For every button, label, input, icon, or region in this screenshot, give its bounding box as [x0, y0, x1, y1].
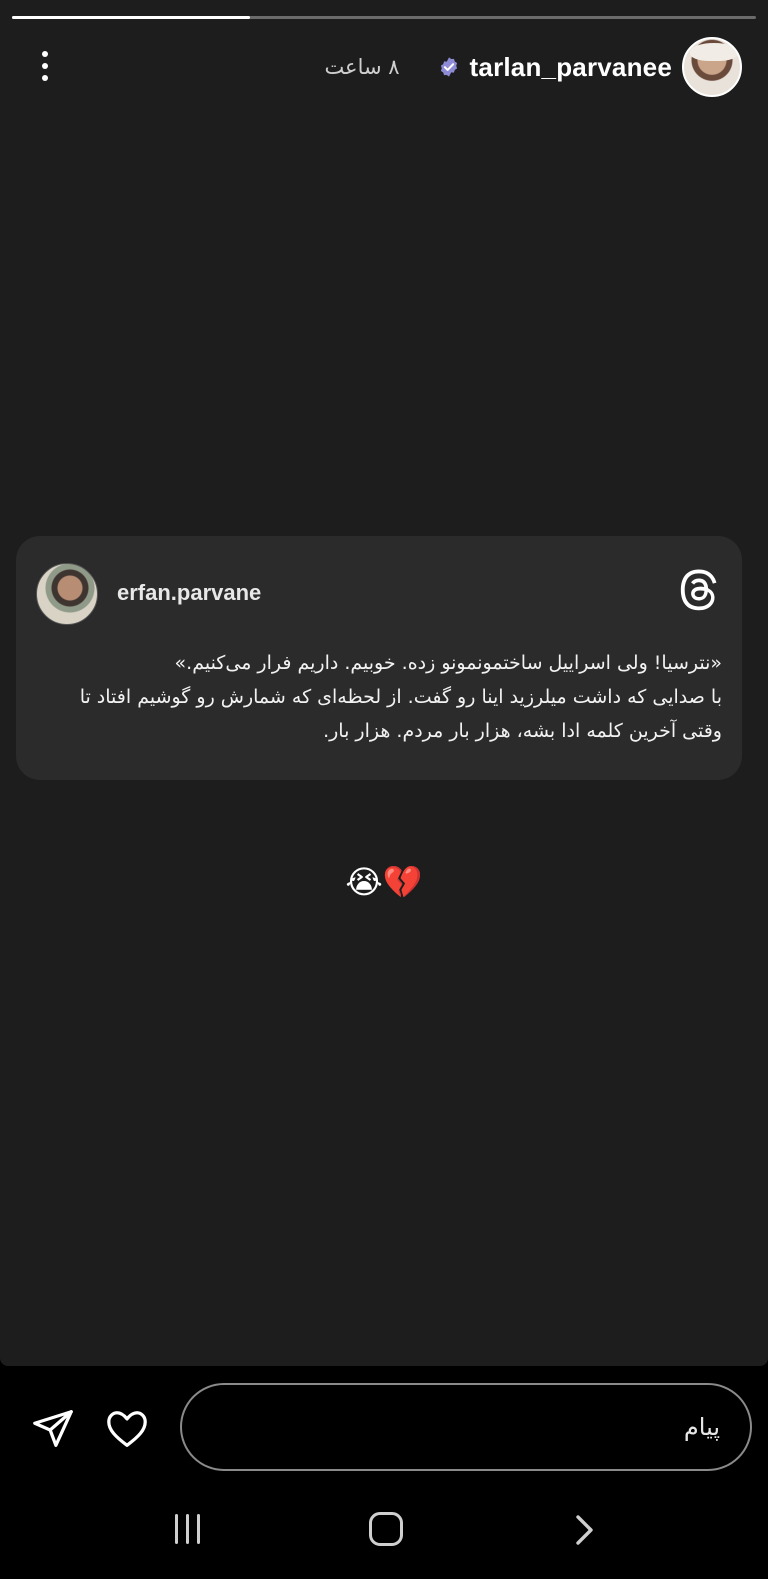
threads-post-card[interactable]: erfan.parvane «نترسیا! ولی اسراییل ساختم…	[16, 536, 742, 780]
post-text-line: با صدایی که داشت میلرزید اینا رو گفت. از…	[79, 686, 722, 708]
story-emoji-text: 😭💔	[345, 863, 423, 901]
story-timestamp: ۸ ساعت	[324, 55, 400, 79]
story-progress-bar	[12, 16, 756, 19]
home-icon[interactable]	[369, 1512, 403, 1546]
threads-logo-icon	[680, 569, 717, 611]
story-view[interactable]: tarlan_parvanee ۸ ساعت erfan.parvane «نت…	[0, 0, 768, 1366]
story-username[interactable]: tarlan_parvanee	[470, 52, 672, 83]
story-header: tarlan_parvanee ۸ ساعت	[0, 36, 768, 98]
system-navigation-bar	[0, 1486, 768, 1579]
reply-bar	[0, 1366, 768, 1486]
back-icon[interactable]	[570, 1510, 600, 1550]
recent-apps-icon[interactable]	[170, 1514, 204, 1550]
post-text: «نترسیا! ولی اسراییل ساختمونمونو زده. خو…	[36, 646, 722, 748]
post-author-username: erfan.parvane	[117, 580, 262, 605]
post-author-avatar	[36, 563, 98, 625]
message-input[interactable]	[180, 1383, 752, 1471]
send-icon[interactable]	[30, 1406, 76, 1452]
avatar[interactable]	[682, 37, 742, 97]
story-progress-fill	[12, 16, 251, 19]
story-author[interactable]: tarlan_parvanee ۸ ساعت	[324, 36, 742, 98]
more-vertical-icon[interactable]	[30, 46, 60, 86]
post-text-line: وقتی آخرین کلمه ادا بشه، هزار بار مردم. …	[323, 720, 722, 742]
post-text-line: «نترسیا! ولی اسراییل ساختمونمونو زده. خو…	[174, 652, 722, 674]
verified-badge-icon	[440, 57, 457, 77]
heart-icon[interactable]	[104, 1406, 150, 1452]
